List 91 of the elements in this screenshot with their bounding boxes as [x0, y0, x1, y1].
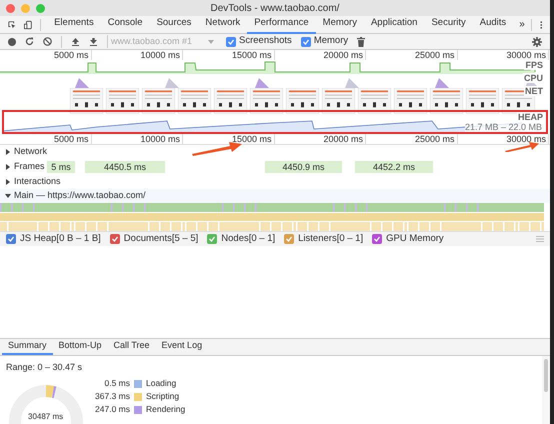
checkbox[interactable] — [372, 234, 382, 244]
screenshot-thumbnail[interactable] — [106, 88, 139, 114]
donut-total: 30487 ms — [28, 412, 64, 422]
window-title: DevTools - www.taobao.com/ — [210, 2, 340, 16]
checkbox[interactable] — [6, 234, 16, 244]
track-label: NET — [524, 86, 544, 96]
checkbox[interactable] — [300, 36, 311, 46]
screenshot-thumbnail[interactable] — [178, 88, 211, 114]
details-tab[interactable]: Call Tree — [108, 338, 156, 355]
time-tick-label: 30000 ms — [506, 134, 546, 144]
screenshot-thumbnail[interactable] — [142, 88, 175, 114]
more-tabs-button[interactable]: » — [513, 17, 531, 32]
panel-tab[interactable]: Application — [364, 16, 424, 34]
panel-tab[interactable]: Console — [100, 16, 150, 34]
time-tick-label: 5000 ms — [54, 134, 88, 144]
panel-tab[interactable]: Audits — [472, 16, 514, 34]
upload-icon[interactable] — [71, 37, 80, 46]
screenshot-thumbnail[interactable] — [286, 88, 319, 114]
checkbox-label: Memory — [314, 34, 348, 48]
track-title[interactable]: Frames — [14, 160, 45, 174]
more-options-icon[interactable] — [540, 20, 542, 30]
screenshot-thumbnail[interactable] — [430, 88, 463, 114]
record-icon[interactable] — [8, 38, 16, 46]
details-tab[interactable]: Bottom-Up — [52, 338, 108, 355]
heap-range-label: 21.7 MB – 22.0 MB — [464, 122, 542, 132]
device-icon[interactable] — [24, 20, 32, 30]
track-label: CPU — [522, 73, 544, 83]
panel-tab[interactable]: Memory — [316, 16, 364, 34]
panel-tab[interactable]: Sources — [150, 16, 198, 34]
time-tick-label: 30000 ms — [506, 50, 546, 60]
time-tick-label: 10000 ms — [140, 50, 180, 60]
clear-icon[interactable] — [43, 37, 52, 46]
inspect-icon[interactable] — [8, 20, 16, 30]
screenshot-thumbnail[interactable] — [358, 88, 391, 114]
expand-right-icon[interactable] — [5, 164, 11, 170]
counter-label: GPU Memory — [386, 232, 444, 246]
time-tick-label: 15000 ms — [232, 50, 272, 60]
download-icon[interactable] — [89, 37, 98, 46]
counter-label: Listeners[0 – 1] — [298, 232, 364, 246]
counter-label: JS Heap[0 B – 1 B] — [20, 232, 101, 246]
settings-icon[interactable] — [532, 36, 542, 46]
time-tick-label: 10000 ms — [140, 134, 180, 144]
range-text: Range: 0 – 30.47 s — [6, 361, 84, 374]
track-title[interactable]: Network — [14, 145, 48, 159]
frame-bar[interactable]: 4450.5 ms — [85, 161, 165, 173]
time-tick-label: 15000 ms — [232, 134, 272, 144]
expand-right-icon[interactable] — [5, 179, 11, 185]
track-label: HEAP — [516, 112, 544, 122]
trash-icon[interactable] — [357, 36, 366, 46]
expand-right-icon[interactable] — [5, 149, 11, 155]
category-label: Rendering — [146, 403, 186, 416]
category-label: Loading — [146, 377, 176, 390]
time-tick-label: 5000 ms — [54, 50, 88, 60]
expand-down-icon[interactable] — [5, 193, 11, 199]
checkbox[interactable] — [110, 234, 120, 244]
time-tick-label: 20000 ms — [323, 50, 363, 60]
screenshot-thumbnail[interactable] — [322, 88, 355, 114]
counter-label: Nodes[0 – 1] — [221, 232, 276, 246]
time-tick-label: 25000 ms — [414, 50, 454, 60]
time-tick-label: 20000 ms — [323, 134, 363, 144]
frame-bar[interactable]: 4450.9 ms — [265, 161, 342, 173]
checkbox-label: Screenshots — [239, 34, 292, 48]
counter-label: Documents[5 – 5] — [124, 232, 198, 246]
time-value: 247.0 ms — [94, 403, 130, 416]
frame-bar[interactable]: 5 ms — [47, 161, 75, 173]
drag-handle-icon[interactable] — [536, 236, 544, 242]
details-tab[interactable]: Summary — [2, 338, 53, 355]
time-value: 367.3 ms — [94, 390, 130, 403]
details-tab[interactable]: Event Log — [156, 338, 208, 355]
time-value: 0.5 ms — [103, 377, 130, 390]
panel-tab[interactable]: Elements — [47, 16, 101, 34]
screenshot-thumbnail[interactable] — [394, 88, 427, 114]
time-tick-label: 25000 ms — [414, 134, 454, 144]
track-label: FPS — [524, 60, 544, 70]
reload-icon[interactable] — [25, 37, 34, 46]
panel-tab[interactable]: Network — [198, 16, 248, 34]
screenshot-thumbnail[interactable] — [466, 88, 499, 114]
track-title[interactable]: Interactions — [14, 175, 61, 189]
screenshot-thumbnail[interactable] — [214, 88, 247, 114]
screenshot-thumbnail[interactable] — [70, 88, 103, 114]
category-label: Scripting — [146, 390, 180, 403]
dropdown-caret-icon — [208, 40, 214, 44]
annotation-arrow — [192, 142, 242, 156]
checkbox[interactable] — [207, 234, 218, 244]
frame-bar[interactable]: 4452.2 ms — [355, 161, 433, 173]
screenshot-thumbnail[interactable] — [250, 88, 283, 114]
checkbox[interactable] — [284, 234, 294, 244]
annotation-arrow — [505, 142, 539, 152]
scrollbar[interactable] — [542, 356, 550, 424]
checkbox[interactable] — [226, 36, 236, 46]
panel-tab[interactable]: Security — [424, 16, 473, 34]
